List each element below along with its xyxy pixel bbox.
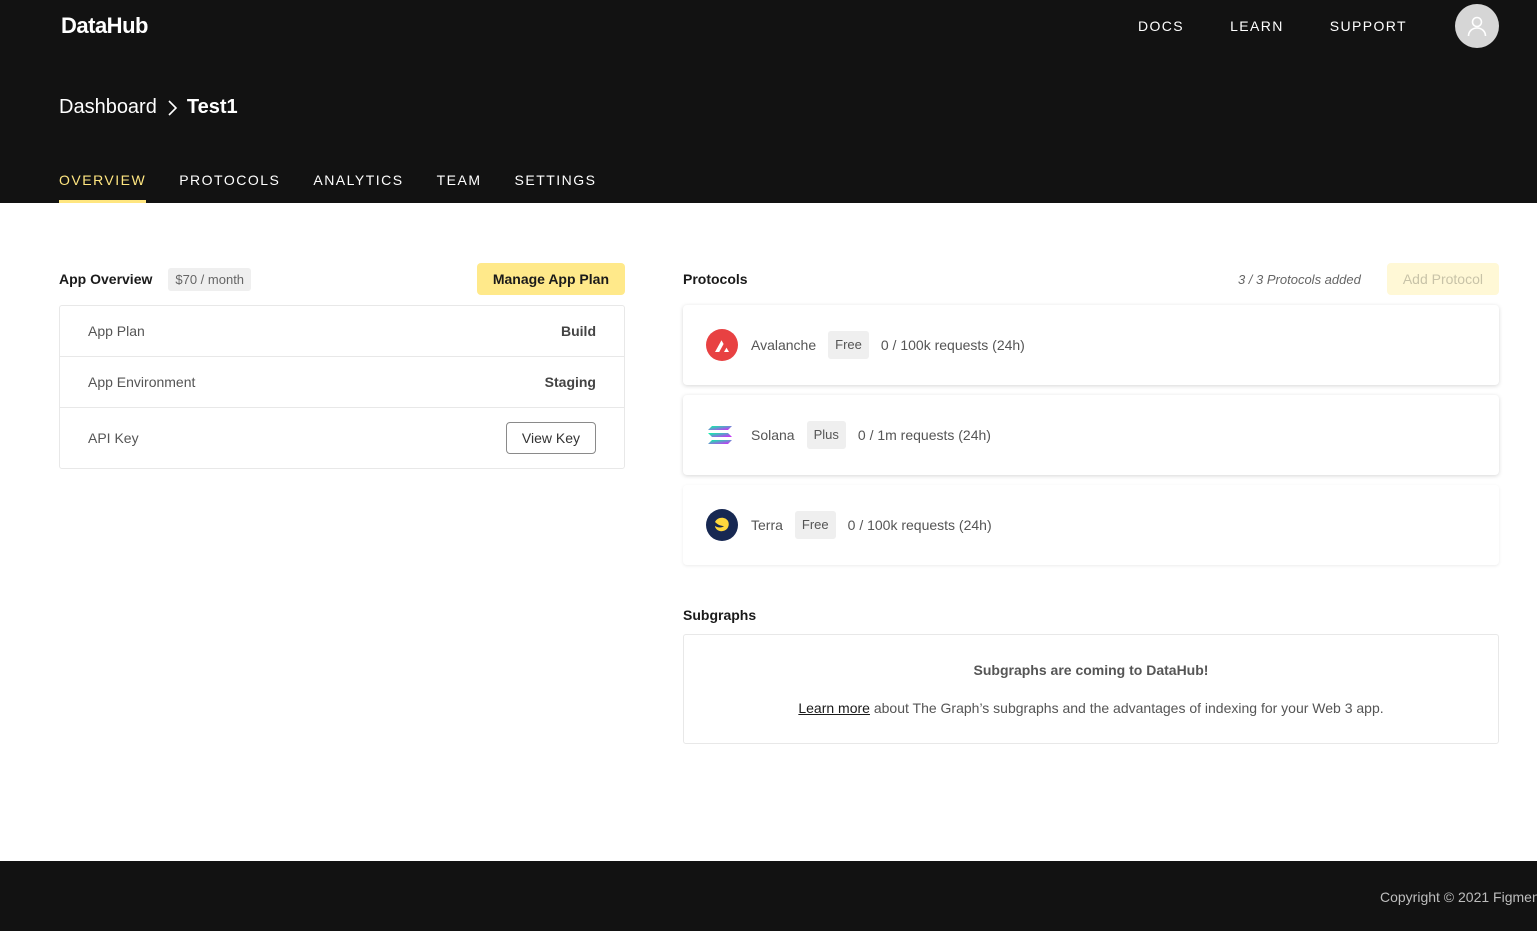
- protocol-name: Terra: [751, 517, 783, 533]
- protocols-section: Protocols 3 / 3 Protocols added Add Prot…: [683, 263, 1499, 744]
- protocol-card-terra[interactable]: Terra Free 0 / 100k requests (24h): [683, 485, 1499, 565]
- app-overview-header: App Overview $70 / month Manage App Plan: [59, 263, 625, 295]
- tab-overview[interactable]: OVERVIEW: [59, 171, 147, 203]
- tab-settings[interactable]: SETTINGS: [515, 171, 597, 203]
- breadcrumb: Dashboard Test1: [59, 96, 238, 119]
- tab-protocols[interactable]: PROTOCOLS: [179, 171, 280, 203]
- tier-badge: Free: [828, 331, 869, 359]
- copyright-text: Copyright © 2021 Figment: [1380, 889, 1537, 905]
- api-key-label: API Key: [88, 430, 139, 446]
- nav-learn[interactable]: LEARN: [1230, 18, 1284, 34]
- protocol-name: Solana: [751, 427, 795, 443]
- protocols-header: Protocols 3 / 3 Protocols added Add Prot…: [683, 263, 1499, 295]
- app-environment-row: App Environment Staging: [60, 357, 624, 408]
- app-overview-title: App Overview: [59, 271, 153, 287]
- protocol-card-solana[interactable]: Solana Plus 0 / 1m requests (24h): [683, 395, 1499, 475]
- subgraphs-title: Subgraphs: [683, 607, 757, 623]
- view-key-button[interactable]: View Key: [505, 422, 596, 454]
- tier-badge: Plus: [806, 421, 846, 449]
- subgraphs-heading: Subgraphs are coming to DataHub!: [973, 662, 1209, 678]
- protocol-card-avalanche[interactable]: Avalanche Free 0 / 100k requests (24h): [683, 305, 1499, 385]
- subgraphs-card: Subgraphs are coming to DataHub! Learn m…: [683, 634, 1499, 744]
- solana-icon: [708, 426, 732, 444]
- footer: Copyright © 2021 Figment: [0, 861, 1537, 931]
- protocols-count: 3 / 3 Protocols added: [1237, 271, 1361, 287]
- app-overview-section: App Overview $70 / month Manage App Plan…: [59, 263, 625, 469]
- learn-more-link[interactable]: Learn more: [798, 700, 870, 716]
- request-usage: 0 / 1m requests (24h): [857, 427, 991, 443]
- manage-app-plan-button[interactable]: Manage App Plan: [476, 263, 625, 295]
- app-environment-value: Staging: [544, 374, 596, 390]
- header: DataHub DOCS LEARN SUPPORT Dashboard Tes…: [0, 0, 1537, 203]
- nav-docs[interactable]: DOCS: [1138, 18, 1184, 34]
- app-plan-row: App Plan Build: [60, 306, 624, 357]
- subgraphs-description: about The Graph’s subgraphs and the adva…: [869, 700, 1384, 716]
- protocol-name: Avalanche: [751, 337, 817, 353]
- tab-team[interactable]: TEAM: [437, 171, 482, 203]
- request-usage: 0 / 100k requests (24h): [880, 337, 1025, 353]
- subgraphs-text: Learn more about The Graph’s subgraphs a…: [798, 700, 1383, 716]
- app-plan-value: Build: [561, 323, 596, 339]
- app-environment-label: App Environment: [88, 374, 196, 390]
- chevron-right-icon: [165, 99, 179, 117]
- user-icon: [1467, 16, 1487, 37]
- price-badge: $70 / month: [168, 267, 252, 291]
- nav-support[interactable]: SUPPORT: [1330, 18, 1407, 34]
- avatar[interactable]: [1455, 4, 1499, 48]
- tier-badge: Free: [794, 511, 836, 539]
- protocols-title: Protocols: [683, 271, 748, 287]
- api-key-row: API Key View Key: [60, 408, 624, 468]
- breadcrumb-current: Test1: [186, 96, 238, 118]
- tab-analytics[interactable]: ANALYTICS: [313, 171, 403, 203]
- avalanche-icon: [706, 329, 738, 361]
- breadcrumb-dashboard[interactable]: Dashboard: [59, 96, 157, 119]
- tab-bar: OVERVIEW PROTOCOLS ANALYTICS TEAM SETTIN…: [59, 171, 630, 203]
- request-usage: 0 / 100k requests (24h): [847, 517, 992, 533]
- app-overview-card: App Plan Build App Environment Staging A…: [59, 305, 625, 469]
- top-nav: DOCS LEARN SUPPORT: [1138, 18, 1453, 34]
- terra-icon: [706, 509, 738, 541]
- add-protocol-button[interactable]: Add Protocol: [1386, 263, 1499, 295]
- logo[interactable]: DataHub: [61, 13, 148, 39]
- app-plan-label: App Plan: [88, 323, 145, 339]
